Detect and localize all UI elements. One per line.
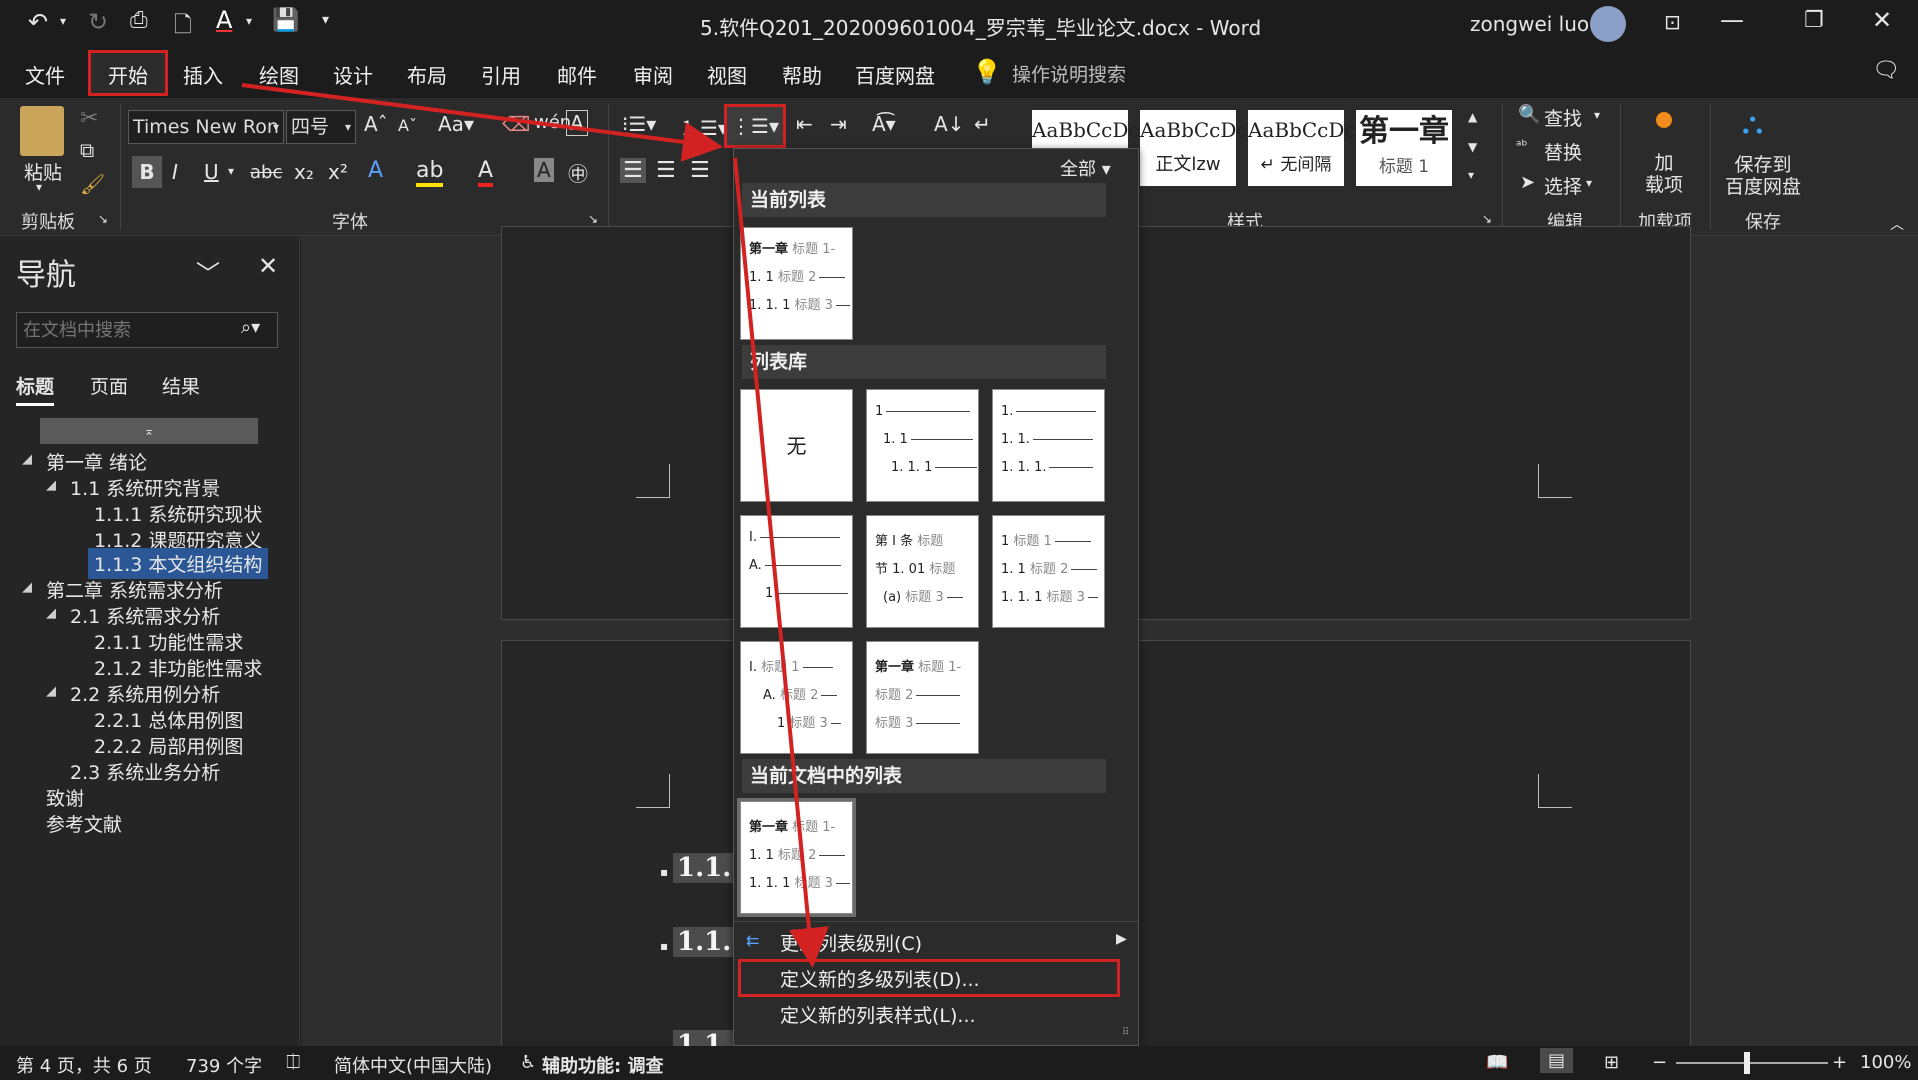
read-mode-icon[interactable]: 📖: [1486, 1052, 1508, 1073]
print-layout-icon[interactable]: ▤: [1540, 1048, 1574, 1073]
zoom-slider[interactable]: [1676, 1062, 1828, 1064]
page-count[interactable]: 第 4 页，共 6 页: [16, 1052, 152, 1078]
accessibility-status[interactable]: 辅助功能: 调查: [542, 1052, 663, 1078]
language[interactable]: 简体中文(中国大陆): [334, 1052, 492, 1078]
zoom-thumb[interactable]: [1744, 1052, 1750, 1074]
status-bar: 第 4 页，共 6 页 739 个字 ⎅ 简体中文(中国大陆) ♿ 辅助功能: …: [0, 1046, 1918, 1080]
annotation-arrows: [241, 83, 829, 968]
zoom-in-icon[interactable]: +: [1832, 1052, 1847, 1073]
arrow-multilevel-to-define: [733, 157, 829, 968]
word-count[interactable]: 739 个字: [186, 1052, 262, 1078]
zoom-out-icon[interactable]: −: [1652, 1052, 1667, 1073]
web-layout-icon[interactable]: ⊞: [1604, 1052, 1619, 1073]
accessibility-icon: ♿: [520, 1052, 537, 1073]
arrow-home-to-multilevel: [241, 83, 723, 162]
proofing-icon[interactable]: ⎅: [286, 1052, 300, 1073]
zoom-level[interactable]: 100%: [1860, 1052, 1911, 1073]
